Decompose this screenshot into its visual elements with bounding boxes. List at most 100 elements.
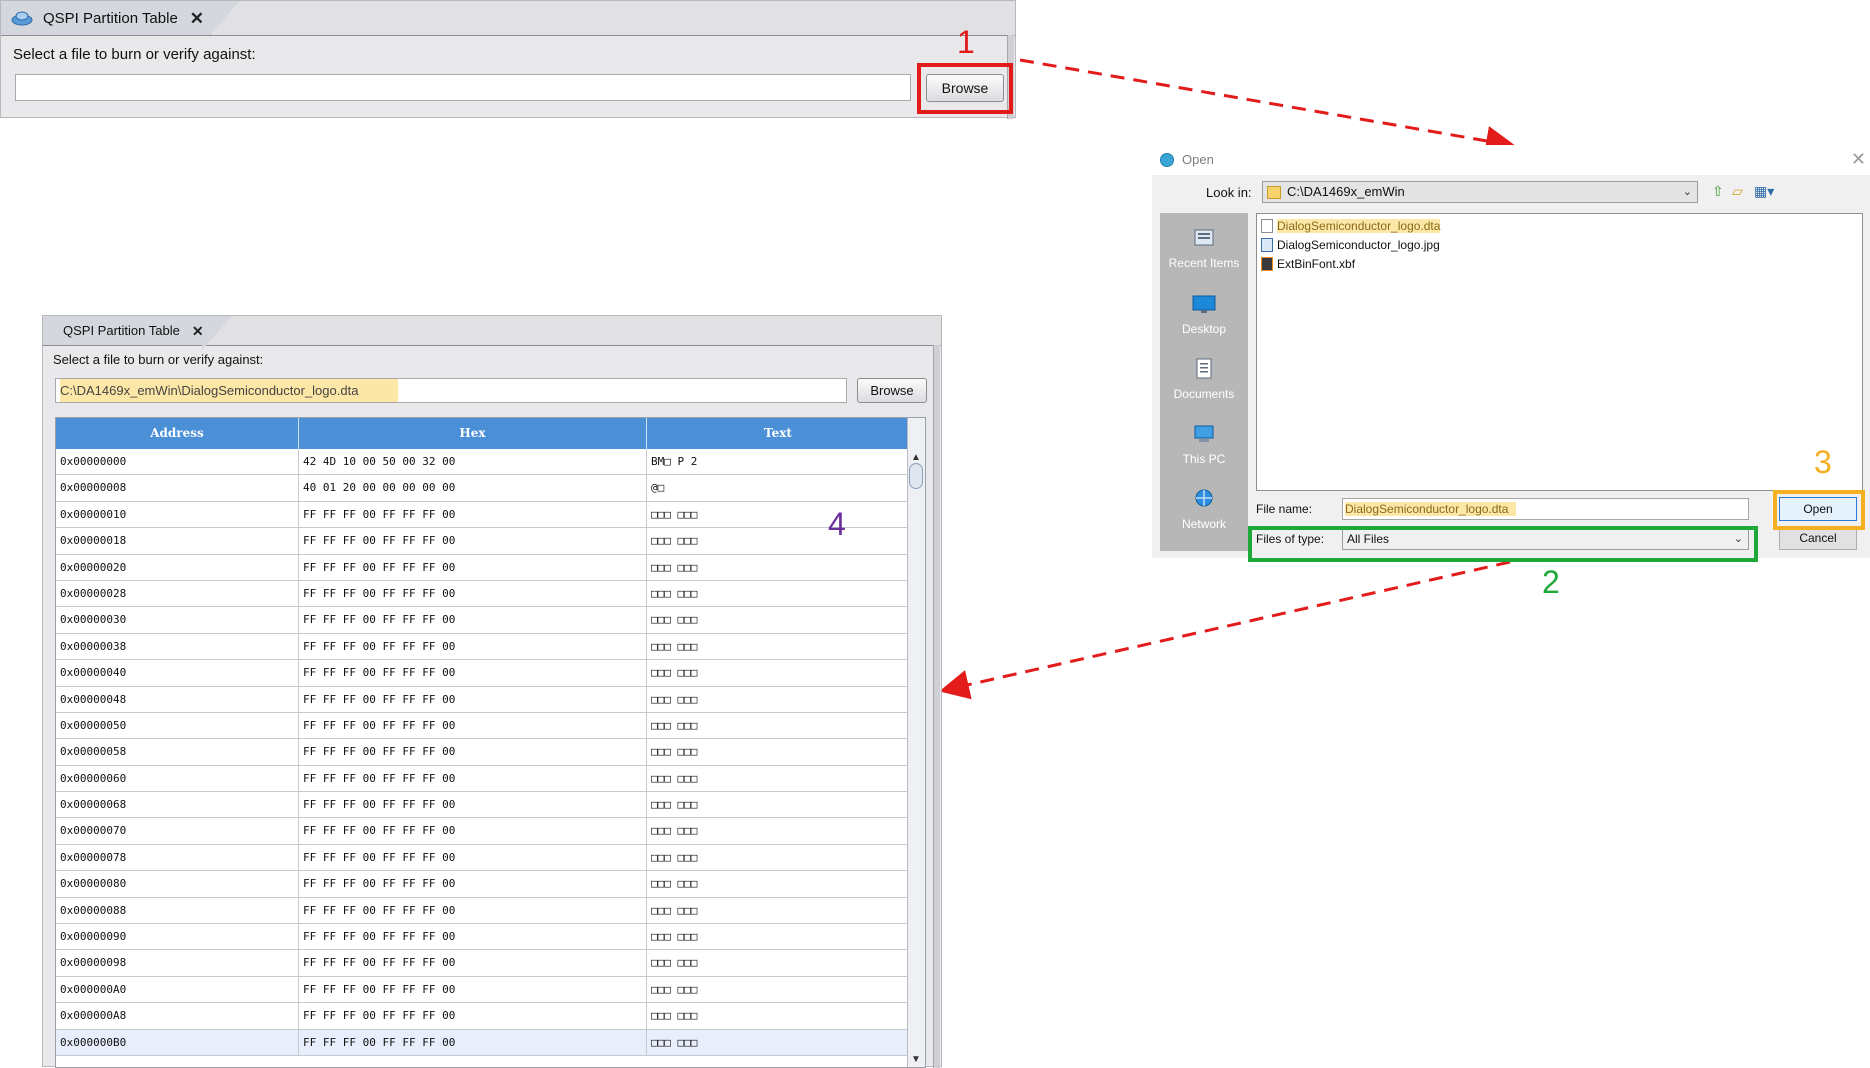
new-folder-icon[interactable]: ▱ (1732, 183, 1743, 200)
file-path-input[interactable] (15, 74, 911, 101)
file-path-input[interactable]: C:\DA1469x_emWin\DialogSemiconductor_log… (55, 378, 847, 403)
file-name-input[interactable]: DialogSemiconductor_logo.dta (1342, 498, 1749, 520)
close-icon[interactable]: ✕ (1851, 149, 1866, 170)
cell-text: □□□ □□□ (647, 686, 910, 712)
file-item[interactable]: DialogSemiconductor_logo.dta (1261, 218, 1441, 234)
cell-hex: FF FF FF 00 FF FF FF 00 (299, 924, 647, 950)
cell-hex: FF FF FF 00 FF FF FF 00 (299, 633, 647, 660)
cell-text: □□□ □□□ (647, 739, 910, 765)
table-row[interactable]: 0x000000B0 FF FF FF 00 FF FF FF 00 □□□ □□□ (56, 1029, 910, 1056)
table-row[interactable]: 0x00000068 FF FF FF 00 FF FF FF 00 □□□ □□□ (56, 792, 910, 819)
table-row[interactable]: 0x00000058 FF FF FF 00 FF FF FF 00 □□□ □□□ (56, 739, 910, 766)
table-row[interactable]: 0x00000010 FF FF FF 00 FF FF FF 00 □□□ □□□ (56, 501, 910, 529)
file-name: ExtBinFont.xbf (1277, 257, 1356, 271)
table-row[interactable]: 0x00000020 FF FF FF 00 FF FF FF 00 □□□ □□□ (56, 554, 910, 581)
place-this-pc[interactable]: This PC (1160, 423, 1248, 466)
cell-hex: 40 01 20 00 00 00 00 00 (299, 475, 647, 501)
table-row[interactable]: 0x00000050 FF FF FF 00 FF FF FF 00 □□□ □□□ (56, 712, 910, 740)
table-row[interactable]: 0x00000040 FF FF FF 00 FF FF FF 00 □□□ □□□ (56, 660, 910, 687)
cell-text: □□□ □□□ (647, 871, 910, 897)
cell-address: 0x00000038 (56, 633, 299, 660)
table-row[interactable]: 0x00000028 FF FF FF 00 FF FF FF 00 □□□ □□□ (56, 580, 910, 608)
cell-text: □□□ □□□ (647, 950, 910, 976)
browse-button[interactable]: Browse (857, 378, 927, 403)
look-in-label: Look in: (1206, 185, 1252, 200)
cell-hex: FF FF FF 00 FF FF FF 00 (299, 712, 647, 739)
annotation-label-2: 2 (1542, 564, 1560, 600)
cell-hex: FF FF FF 00 FF FF FF 00 (299, 660, 647, 686)
folder-icon (1267, 186, 1281, 200)
table-row[interactable]: 0x00000008 40 01 20 00 00 00 00 00 @□ (56, 475, 910, 502)
place-desktop[interactable]: Desktop (1160, 293, 1248, 336)
dialog-title: Open (1182, 152, 1214, 167)
table-row[interactable]: 0x00000098 FF FF FF 00 FF FF FF 00 □□□ □□□ (56, 950, 910, 977)
file-name: DialogSemiconductor_logo.jpg (1277, 238, 1440, 252)
cell-hex: FF FF FF 00 FF FF FF 00 (299, 950, 647, 976)
table-row[interactable]: 0x00000018 FF FF FF 00 FF FF FF 00 □□□ □□□ (56, 528, 910, 555)
file-name: DialogSemiconductor_logo.dta (1277, 219, 1441, 233)
table-row[interactable]: 0x00000088 FF FF FF 00 FF FF FF 00 □□□ □□□ (56, 897, 910, 925)
annotation-box-1 (917, 63, 1013, 114)
cell-text: □□□ □□□ (647, 818, 910, 844)
table-row[interactable]: 0x00000048 FF FF FF 00 FF FF FF 00 □□□ □□□ (56, 686, 910, 713)
close-icon[interactable]: ✕ (192, 324, 204, 338)
cell-text: □□□ □□□ (647, 765, 910, 792)
cell-address: 0x000000B0 (56, 1029, 299, 1055)
table-row[interactable]: 0x00000070 FF FF FF 00 FF FF FF 00 □□□ □□□ (56, 818, 910, 845)
cell-address: 0x00000040 (56, 660, 299, 686)
cell-hex: FF FF FF 00 FF FF FF 00 (299, 818, 647, 844)
table-row[interactable]: 0x00000090 FF FF FF 00 FF FF FF 00 □□□ □□□ (56, 924, 910, 951)
cell-hex: FF FF FF 00 FF FF FF 00 (299, 976, 647, 1003)
table-row[interactable]: 0x00000078 FF FF FF 00 FF FF FF 00 □□□ □□□ (56, 844, 910, 872)
cell-hex: FF FF FF 00 FF FF FF 00 (299, 1029, 647, 1055)
recent-items-icon (1194, 229, 1214, 246)
cell-address: 0x00000008 (56, 475, 299, 501)
file-item[interactable]: ExtBinFont.xbf (1261, 256, 1355, 272)
file-name-value: DialogSemiconductor_logo.dta (1345, 502, 1517, 516)
scroll-up-icon[interactable]: ▲ (911, 452, 921, 463)
cell-text: □□□ □□□ (647, 501, 910, 528)
column-header-address[interactable]: Address (56, 418, 299, 449)
view-menu-icon[interactable]: ▦▾ (1754, 183, 1774, 200)
arrow-browse-to-dialog (1019, 58, 1516, 156)
table-row[interactable]: 0x00000000 42 4D 10 00 50 00 32 00 BM□ P 2 (56, 449, 910, 476)
scroll-thumb[interactable] (909, 463, 923, 489)
place-label: Network (1181, 517, 1226, 531)
file-name-label: File name: (1256, 502, 1313, 516)
tab-qspi-partition-table[interactable]: QSPI Partition Table ✕ (1, 1, 240, 35)
table-row[interactable]: 0x00000030 FF FF FF 00 FF FF FF 00 □□□ □□□ (56, 607, 910, 634)
table-row[interactable]: 0x000000A8 FF FF FF 00 FF FF FF 00 □□□ □□□ (56, 1003, 910, 1030)
up-folder-icon[interactable]: ⇧ (1712, 183, 1724, 200)
column-header-hex[interactable]: Hex (299, 418, 647, 449)
cell-text: □□□ □□□ (647, 660, 910, 686)
table-row[interactable]: 0x00000038 FF FF FF 00 FF FF FF 00 □□□ □□□ (56, 633, 910, 661)
annotation-box-2 (1248, 526, 1758, 562)
vertical-scrollbar[interactable]: ▲ ▼ (907, 418, 925, 1067)
place-label: Documents (1173, 387, 1235, 401)
cell-text: □□□ □□□ (647, 792, 910, 818)
cell-hex: FF FF FF 00 FF FF FF 00 (299, 686, 647, 712)
tab-qspi-partition-table[interactable]: QSPI Partition Table ✕ (43, 316, 232, 350)
app-icon (1160, 153, 1174, 167)
table-row[interactable]: 0x000000A0 FF FF FF 00 FF FF FF 00 □□□ □□□ (56, 976, 910, 1004)
panel-splitter[interactable] (933, 345, 940, 1068)
chevron-down-icon: ⌄ (1682, 186, 1692, 198)
column-header-text[interactable]: Text (647, 418, 910, 449)
cell-address: 0x00000070 (56, 818, 299, 844)
table-row[interactable]: 0x00000060 FF FF FF 00 FF FF FF 00 □□□ □□□ (56, 765, 910, 793)
cell-text: □□□ □□□ (647, 580, 910, 607)
place-network[interactable]: Network (1160, 488, 1248, 531)
cell-address: 0x00000080 (56, 871, 299, 897)
cell-address: 0x00000020 (56, 554, 299, 580)
cell-text: □□□ □□□ (647, 607, 910, 633)
place-recent-items[interactable]: Recent Items (1160, 227, 1248, 270)
cell-address: 0x000000A0 (56, 976, 299, 1003)
file-item[interactable]: DialogSemiconductor_logo.jpg (1261, 237, 1440, 253)
cell-address: 0x00000078 (56, 844, 299, 871)
scroll-down-icon[interactable]: ▼ (911, 1054, 921, 1065)
close-icon[interactable]: ✕ (190, 10, 204, 27)
cell-hex: FF FF FF 00 FF FF FF 00 (299, 528, 647, 554)
place-documents[interactable]: Documents (1160, 358, 1248, 401)
look-in-select[interactable]: C:\DA1469x_emWin ⌄ (1262, 181, 1698, 203)
table-row[interactable]: 0x00000080 FF FF FF 00 FF FF FF 00 □□□ □□□ (56, 871, 910, 898)
